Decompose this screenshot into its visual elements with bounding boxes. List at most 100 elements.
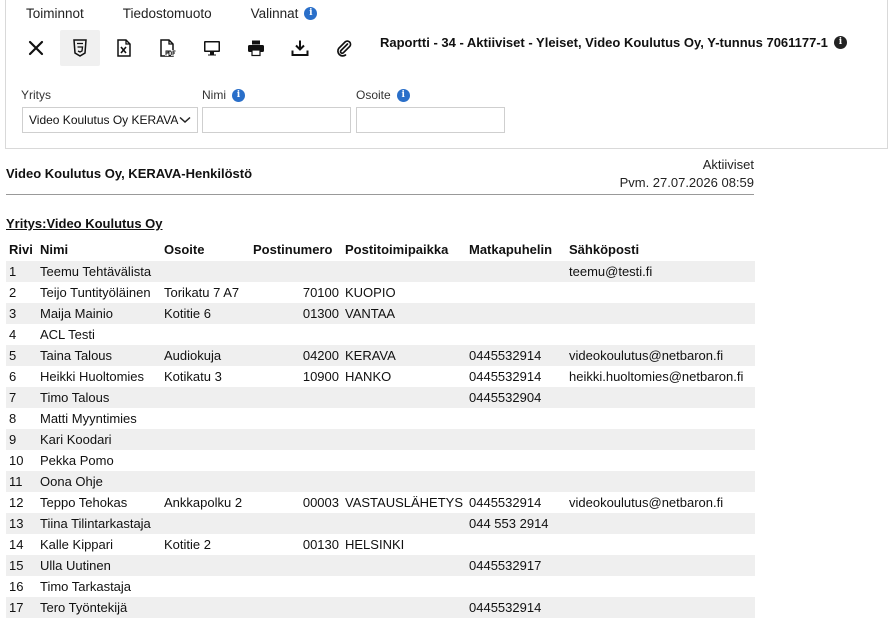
col-matkapuhelin: Matkapuhelin — [469, 241, 553, 257]
info-icon[interactable]: i — [396, 88, 410, 102]
screen-button[interactable] — [192, 30, 232, 66]
nimi-input[interactable] — [202, 107, 351, 133]
cell-matkapuhelin: 0445532904 — [469, 390, 542, 405]
cell-sahkoposti — [566, 303, 755, 324]
cell-postitoimipaikka: HANKO — [345, 369, 392, 384]
cell-matkapuhelin — [466, 261, 566, 282]
cell-matkapuhelin — [466, 282, 566, 303]
cell-nimi: Kalle Kippari — [40, 537, 113, 552]
cell-matkapuhelin: 0445532914 — [469, 600, 542, 615]
cell-osoite: Torikatu 7 A7 — [164, 285, 240, 300]
cell-sahkoposti — [566, 324, 755, 345]
cell-rivi: 14 — [9, 537, 24, 552]
cell-postinumero — [250, 408, 342, 429]
excel-button[interactable] — [104, 30, 144, 66]
cell-postinumero — [250, 471, 342, 492]
report-company: Video Koulutus Oy, KERAVA-Henkilöstö — [6, 166, 253, 181]
cell-rivi: 12 — [9, 495, 24, 510]
excel-icon — [117, 39, 131, 57]
cell-rivi: 4 — [9, 327, 17, 342]
cell-matkapuhelin — [466, 576, 566, 597]
cell-sahkoposti — [566, 387, 755, 408]
cell-postinumero: 04200 — [302, 348, 339, 363]
cell-nimi: ACL Testi — [40, 327, 95, 342]
cell-postitoimipaikka: VASTAUSLÄHETYS — [345, 495, 463, 510]
osoite-input[interactable] — [356, 107, 505, 133]
print-button[interactable] — [236, 30, 276, 66]
cell-sahkoposti — [566, 450, 755, 471]
cell-matkapuhelin — [466, 303, 566, 324]
menu-tiedostomuoto[interactable]: Tiedostomuoto — [123, 6, 212, 21]
table-row: 6 Heikki Huoltomies Kotikatu 3 10900 HANKO 04… — [6, 366, 755, 387]
report-table: Rivi Nimi Osoite Postinumero Postitoimip… — [6, 237, 755, 618]
download-button[interactable] — [280, 30, 320, 66]
table-row: 1 Teemu Tehtävälista teemu@testi.fi — [6, 261, 755, 282]
cell-postinumero — [250, 513, 342, 534]
cell-rivi: 11 — [9, 474, 23, 489]
table-row: 5 Taina Talous Audiokuja 04200 KERAVA 0445532… — [6, 345, 755, 366]
table-row: 8 Matti Myyntimies — [6, 408, 755, 429]
table-body: 1 Teemu Tehtävälista teemu@testi.fi 2 Teijo … — [6, 261, 755, 618]
info-icon[interactable]: i — [833, 36, 847, 49]
cell-matkapuhelin: 0445532917 — [469, 558, 542, 573]
pdf-button[interactable] — [148, 30, 188, 66]
cell-sahkoposti: videokoulutus@netbaron.fi — [569, 495, 724, 510]
info-icon[interactable]: i — [304, 7, 318, 20]
menu-toiminnot[interactable]: Toiminnot — [26, 6, 84, 21]
attachment-button[interactable] — [324, 30, 364, 66]
cell-nimi: Timo Talous — [40, 390, 110, 405]
cell-sahkoposti — [566, 576, 755, 597]
cell-osoite — [161, 555, 250, 576]
cell-sahkoposti: videokoulutus@netbaron.fi — [569, 348, 724, 363]
cell-rivi: 2 — [9, 285, 17, 300]
cell-postitoimipaikka — [342, 408, 466, 429]
pdf-icon — [160, 39, 177, 57]
close-button[interactable] — [16, 30, 56, 66]
toolbar-panel: Toiminnot Tiedostomuoto Valinnat i Rapor… — [5, 0, 888, 149]
table-row: 13 Tiina Tilintarkastaja 044 553 2914 — [6, 513, 755, 534]
cell-postinumero — [250, 450, 342, 471]
cell-rivi: 16 — [9, 579, 24, 594]
cell-matkapuhelin — [466, 408, 566, 429]
table-row: 10 Pekka Pomo — [6, 450, 755, 471]
cell-sahkoposti — [566, 513, 755, 534]
cell-postitoimipaikka — [342, 513, 466, 534]
col-postitoimipaikka: Postitoimipaikka — [345, 241, 449, 257]
cell-nimi: Heikki Huoltomies — [40, 369, 145, 384]
cell-osoite: Audiokuja — [164, 348, 222, 363]
cell-sahkoposti — [566, 597, 755, 618]
cell-postitoimipaikka — [342, 471, 466, 492]
col-sahkoposti: Sähköposti — [569, 241, 640, 257]
menu-valinnat[interactable]: Valinnat i — [251, 6, 318, 21]
close-icon — [28, 40, 44, 56]
cell-rivi: 15 — [9, 558, 24, 573]
table-row: 16 Timo Tarkastaja — [6, 576, 755, 597]
yritys-label: Yritys — [21, 88, 51, 102]
table-header-row: Rivi Nimi Osoite Postinumero Postitoimip… — [6, 237, 755, 261]
cell-postitoimipaikka: VANTAA — [345, 306, 396, 321]
report-title: Raportti - 34 - Aktiiviset - Yleiset, Vi… — [380, 35, 847, 50]
cell-postinumero — [250, 387, 342, 408]
report-meta: Aktiiviset Pvm. 27.07.2026 08:59 — [620, 156, 754, 192]
table-row: 3 Maija Mainio Kotitie 6 01300 VANTAA — [6, 303, 755, 324]
cell-postinumero: 70100 — [302, 285, 339, 300]
report-header: Video Koulutus Oy, KERAVA-Henkilöstö Akt… — [6, 155, 754, 195]
cell-osoite — [161, 387, 250, 408]
cell-osoite: Kotitie 6 — [164, 306, 211, 321]
cell-postinumero — [250, 429, 342, 450]
cell-postitoimipaikka: KERAVA — [345, 348, 396, 363]
yritys-select[interactable]: Video Koulutus Oy KERAVA — [22, 107, 198, 133]
html5-button[interactable] — [60, 30, 100, 66]
report-date: Pvm. 27.07.2026 08:59 — [619, 175, 754, 190]
table-row: 7 Timo Talous 0445532904 — [6, 387, 755, 408]
cell-postitoimipaikka — [342, 261, 466, 282]
info-icon[interactable]: i — [232, 88, 245, 102]
cell-postitoimipaikka — [342, 387, 466, 408]
cell-nimi: Maija Mainio — [40, 306, 113, 321]
cell-rivi: 9 — [9, 432, 17, 447]
cell-osoite: Kotikatu 3 — [164, 369, 222, 384]
cell-nimi: Timo Tarkastaja — [40, 579, 132, 594]
nimi-label: Nimi i — [202, 88, 245, 102]
cell-matkapuhelin: 0445532914 — [469, 495, 542, 510]
cell-rivi: 8 — [9, 411, 17, 426]
